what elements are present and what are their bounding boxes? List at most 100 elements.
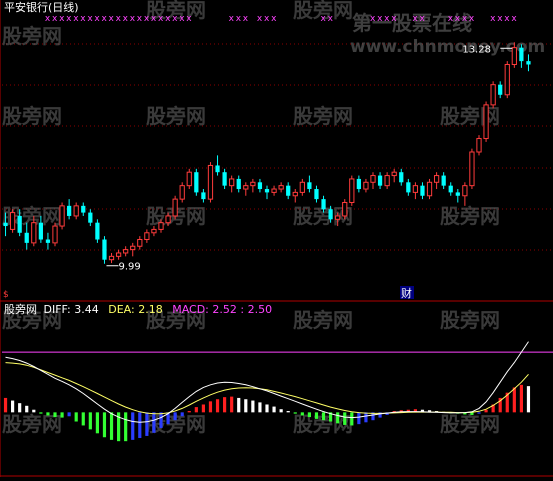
candle-body-up (172, 198, 178, 217)
candle-body-up (243, 185, 249, 190)
candle-body-up (433, 175, 440, 183)
macd-bar (180, 412, 184, 417)
macd-bar (159, 412, 163, 429)
candle (292, 189, 298, 203)
sell-mark: x (455, 14, 461, 24)
macd-label: MACD: (172, 303, 209, 316)
macd-bar (293, 412, 297, 414)
candle (455, 189, 460, 203)
candle (123, 246, 129, 257)
high-price-label: 13.28 (462, 44, 491, 55)
watermark-text: 股旁网 (2, 104, 62, 128)
candle (59, 202, 65, 230)
watermark-text: 股旁网 (440, 104, 500, 128)
candle-body-down (455, 192, 460, 196)
candle-body-up (137, 239, 143, 247)
macd-bar (194, 407, 198, 413)
candle-body-down (448, 185, 453, 193)
candle (433, 172, 440, 190)
candle (483, 101, 489, 142)
macd-bar (173, 412, 177, 421)
macd-bar (46, 412, 50, 416)
sell-mark: x (490, 14, 496, 24)
candle-body-up (186, 171, 192, 187)
watermark-text: 股旁网 (2, 412, 62, 436)
macd-bar (109, 412, 114, 440)
macd-bar (88, 412, 92, 430)
candle (201, 189, 206, 203)
sell-mark: x (165, 14, 171, 24)
macd-bar (102, 412, 107, 438)
candle-body-up (158, 222, 164, 230)
sell-mark: x (229, 14, 235, 24)
candlestick-series (3, 42, 531, 264)
candle-body-down (102, 239, 107, 260)
sell-mark: x (419, 14, 425, 24)
watermark-text: 股旁网 (293, 308, 353, 332)
candle-body-up (9, 212, 16, 230)
s-marker: $ (3, 290, 9, 300)
macd-bar (286, 411, 290, 413)
low-price-label: 9.99 (118, 262, 140, 273)
candle-body-down (17, 215, 22, 233)
candle-body-down (441, 175, 446, 186)
candle-body-up (52, 225, 58, 244)
candle (286, 182, 291, 200)
candle-body-up (229, 178, 235, 187)
macd-bar (477, 412, 481, 414)
sell-mark: x (158, 14, 164, 24)
candle (67, 199, 72, 220)
candle-body-down (38, 222, 43, 240)
macd-bar (230, 396, 234, 413)
macd-bar (145, 412, 149, 436)
candle (384, 172, 390, 190)
candle-body-up (292, 191, 298, 197)
sell-mark: x (130, 14, 136, 24)
sell-mark: x (186, 14, 192, 24)
candle-body-down (201, 192, 206, 200)
macd-bar (3, 397, 8, 413)
candle-body-up (73, 205, 79, 217)
candle-body-down (3, 222, 8, 227)
candle-body-down (264, 189, 270, 193)
candle (278, 182, 284, 193)
candle-body-up (370, 175, 376, 183)
candle-body-up (335, 215, 341, 220)
candle (441, 172, 446, 190)
macd-bar (187, 411, 191, 413)
macd-bar (223, 397, 227, 413)
candle (363, 178, 369, 193)
candle-body-down (314, 189, 319, 200)
candle-body-down (95, 222, 100, 240)
candle (504, 61, 510, 99)
sell-mark: x (179, 14, 185, 24)
stock-chart-svg: 股旁网股旁网 股旁网股旁网 股旁网 股旁网 股旁网股旁网 股旁网 股旁网股旁网 股旁网 股旁网股… (0, 0, 553, 477)
macd-lines (2, 341, 553, 423)
macd-bar (237, 397, 241, 413)
candle (264, 185, 270, 200)
macd-bar (131, 412, 135, 440)
sell-mark: x (504, 14, 510, 24)
candle (257, 178, 263, 193)
macd-extra-value: : 2.50 (240, 303, 273, 316)
candle-body-down (328, 209, 333, 220)
diff-label: DIFF: (43, 303, 71, 316)
candle (130, 242, 136, 257)
sell-mark: x (469, 14, 475, 24)
candle-body-down (257, 182, 263, 190)
indicator-header: 股旁网 DIFF: 3.44 DEA: 2.18 MACD: 2.52 : 2.… (4, 304, 272, 316)
candle-body-up (130, 245, 136, 251)
watermark-text: 股旁网 (293, 104, 353, 128)
candle (236, 175, 241, 193)
sell-mark: x (257, 14, 263, 24)
macd-value: 2.52 (212, 303, 237, 316)
candle-body-down (194, 172, 199, 193)
macd-bar (321, 412, 326, 421)
candle-body-down (526, 61, 531, 65)
candle-body-down (24, 232, 29, 243)
candle-body-up (165, 215, 171, 224)
candle (243, 182, 249, 196)
candle (314, 185, 319, 203)
sell-mark: x (511, 14, 517, 24)
candle-body-down (356, 178, 361, 190)
